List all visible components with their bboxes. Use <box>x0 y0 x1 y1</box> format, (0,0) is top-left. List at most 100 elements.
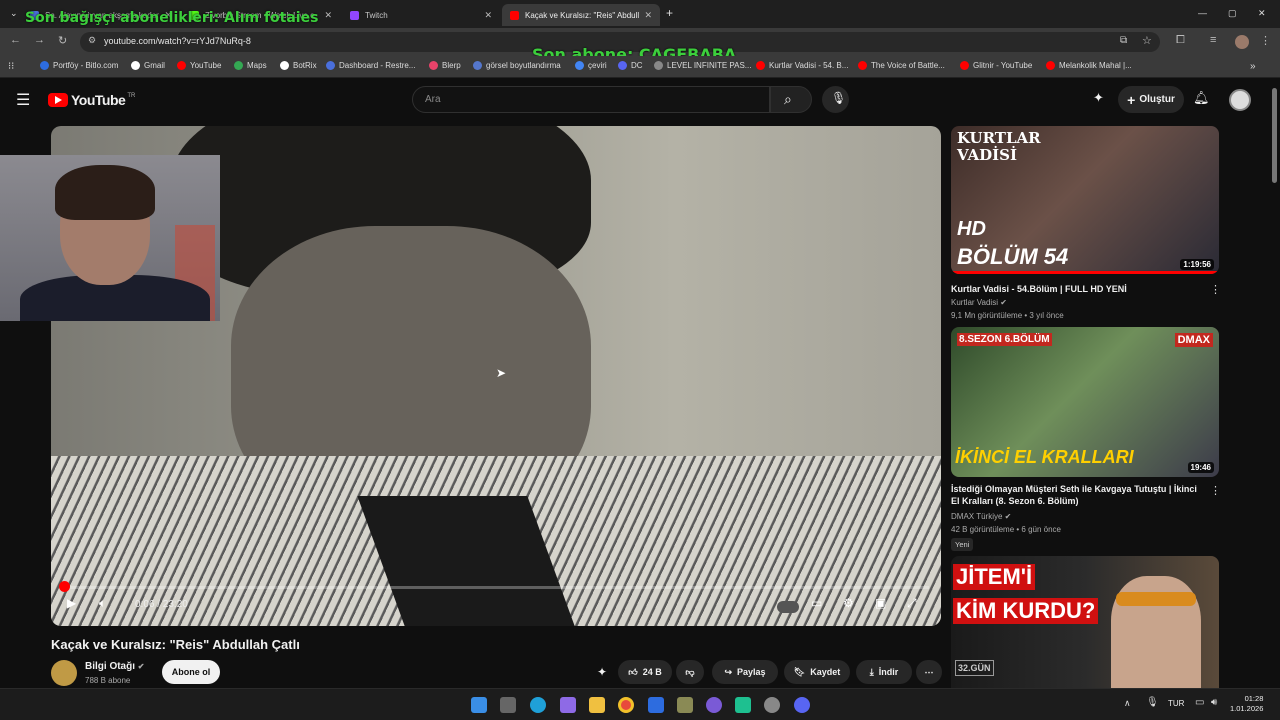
ai-summary-icon[interactable]: ✦ <box>597 665 607 679</box>
more-options-icon[interactable]: ⋮ <box>1210 484 1221 497</box>
bookmark-item[interactable]: Maps <box>234 61 267 70</box>
more-actions-button[interactable]: ⋯ <box>916 660 942 684</box>
bookmark-item[interactable]: Dashboard - Restre... <box>326 61 415 70</box>
edge-browser-icon[interactable] <box>530 697 546 713</box>
settings-gear-icon[interactable]: ⚙ <box>843 596 854 610</box>
share-label: Paylaş <box>737 667 766 677</box>
sidebar-thumbnail[interactable]: JİTEM'İ KİM KURDU? 32.GÜN <box>951 556 1219 688</box>
fullscreen-icon[interactable]: ⤢ <box>907 596 917 611</box>
channel-avatar[interactable] <box>51 660 77 686</box>
page-scrollbar[interactable] <box>1272 88 1277 183</box>
app-icon[interactable] <box>735 697 751 713</box>
channel-name[interactable]: Bilgi Otağı ✔ <box>85 661 144 672</box>
bookmark-item[interactable]: Blerp <box>429 61 461 70</box>
app-icon[interactable] <box>648 697 664 713</box>
profile-avatar[interactable] <box>1235 35 1249 49</box>
sidebar-video-title[interactable]: İstediği Olmayan Müşteri Seth ile Kavgay… <box>951 483 1201 507</box>
back-icon[interactable]: ← <box>10 34 21 46</box>
reload-icon[interactable]: ↻ <box>58 34 67 47</box>
download-button[interactable]: ⤓ İndir <box>856 660 912 684</box>
notifications-bell-icon[interactable]: 🔔︎ <box>1193 90 1210 106</box>
start-windows-icon[interactable] <box>471 697 487 713</box>
forward-icon[interactable]: → <box>34 34 45 46</box>
sidebar-thumbnail[interactable]: 8.SEZON 6.BÖLÜM DMAX İKİNCİ EL KRALLARI … <box>951 327 1219 477</box>
bookmark-item[interactable]: Portföy - Bitlo.com <box>40 61 118 70</box>
voice-search-button[interactable]: 🎙 <box>822 86 849 113</box>
sidebar-video-title[interactable]: Kurtlar Vadisi - 54.Bölüm | FULL HD YENİ <box>951 283 1201 295</box>
autoplay-toggle[interactable] <box>777 601 799 613</box>
close-window-icon[interactable]: ✕ <box>1258 8 1266 19</box>
bookmark-star-icon[interactable]: ☆ <box>1142 34 1152 47</box>
network-icon[interactable]: ▭ <box>1195 697 1204 708</box>
browser-tab-active[interactable]: Kaçak ve Kuralsız: "Reis" Abdull ✕ <box>502 4 660 26</box>
progress-scrubber[interactable] <box>59 581 70 592</box>
bookmark-item[interactable]: Kurtlar Vadisi - 54. B... <box>756 61 848 70</box>
bookmark-item[interactable]: Glitnir - YouTube <box>960 61 1032 70</box>
donation-overlay: Son bağışçı abonelikleri: Alım fotaies <box>25 10 319 26</box>
youtube-logo[interactable]: YouTube TR <box>48 92 135 108</box>
extensions-icon[interactable]: ⧠ <box>1176 34 1185 47</box>
install-app-icon[interactable]: ⧉ <box>1120 35 1127 46</box>
subscribe-button[interactable]: Abone ol <box>162 660 220 684</box>
bookmark-favicon-icon <box>280 61 289 70</box>
tab-list-icon[interactable]: ⌄ <box>10 8 18 19</box>
microphone-icon[interactable]: 🎙 <box>1146 697 1159 708</box>
bookmark-item[interactable]: YouTube <box>177 61 221 70</box>
copilot-icon[interactable] <box>560 697 576 713</box>
app-icon[interactable] <box>706 697 722 713</box>
bookmark-item[interactable]: Gmail <box>131 61 165 70</box>
more-options-icon[interactable]: ⋮ <box>1210 283 1221 296</box>
like-button[interactable]: 👍︎ 24 B <box>618 660 672 684</box>
subtitles-icon[interactable]: ▭ <box>811 596 822 610</box>
search-input[interactable]: Ara <box>412 86 770 113</box>
sidebar-channel[interactable]: Kurtlar Vadisi ✔ <box>951 298 1007 307</box>
sidebar-channel[interactable]: DMAX Türkiye ✔ <box>951 512 1011 521</box>
discord-icon[interactable] <box>794 697 810 713</box>
chrome-browser-icon[interactable] <box>618 697 634 713</box>
bookmark-item[interactable]: BotRix <box>280 61 317 70</box>
url-text: youtube.com/watch?v=rYJd7NuRq-8 <box>104 36 251 46</box>
bookmark-item[interactable]: çeviri <box>575 61 607 70</box>
dislike-button[interactable]: 👎︎ <box>676 660 704 684</box>
save-button[interactable]: 🔖︎ Kaydet <box>784 660 850 684</box>
app-icon[interactable] <box>677 697 693 713</box>
settings-gear-icon[interactable] <box>764 697 780 713</box>
browser-tab[interactable]: Twitch ✕ <box>342 4 500 26</box>
close-tab-icon[interactable]: ✕ <box>644 10 652 21</box>
volume-icon[interactable]: 🔊︎ <box>1211 697 1217 708</box>
site-info-icon[interactable]: ⚙ <box>88 35 96 46</box>
apps-icon[interactable]: ⁝⁝ <box>8 61 14 72</box>
sidebar-thumbnail[interactable]: KURTLAR VADİSİ HD BÖLÜM 54 1:19:56 <box>951 126 1219 274</box>
media-controls-icon[interactable]: ≡ <box>1210 34 1216 46</box>
maximize-icon[interactable]: ▢ <box>1228 8 1237 19</box>
share-button[interactable]: ↪ Paylaş <box>712 660 778 684</box>
new-tab-icon[interactable]: + <box>666 6 673 20</box>
bookmark-item[interactable]: görsel boyutlandırma <box>473 61 561 70</box>
account-avatar[interactable] <box>1229 89 1251 111</box>
volume-icon[interactable]: 🔈︎ <box>99 596 106 611</box>
create-button[interactable]: + Oluştur <box>1118 86 1184 113</box>
bookmark-item[interactable]: LEVEL INFINITE PAS... <box>654 61 751 70</box>
bookmark-item[interactable]: The Voice of Battle... <box>858 61 945 70</box>
menu-icon[interactable]: ⋮ <box>1260 34 1271 47</box>
time-display: 0:06 / 23:20 <box>135 599 188 610</box>
more-bookmarks-icon[interactable]: » <box>1250 61 1256 72</box>
close-tab-icon[interactable]: ✕ <box>484 10 492 21</box>
bookmark-item[interactable]: DC <box>618 61 643 70</box>
verified-icon: ✔ <box>1000 298 1007 307</box>
search-button[interactable]: ⌕ <box>770 86 812 113</box>
task-view-icon[interactable] <box>500 697 516 713</box>
play-icon[interactable]: ▶ <box>67 596 76 610</box>
file-explorer-icon[interactable] <box>589 697 605 713</box>
minimize-icon[interactable]: — <box>1198 8 1207 18</box>
theater-mode-icon[interactable]: ▣ <box>875 596 886 610</box>
input-language[interactable]: TUR <box>1168 699 1184 708</box>
progress-bar[interactable] <box>63 586 929 589</box>
hamburger-menu-icon[interactable]: ☰ <box>16 90 30 110</box>
extension-icon[interactable]: ✦ <box>1093 90 1104 106</box>
close-tab-icon[interactable]: ✕ <box>324 10 332 21</box>
bookmark-item[interactable]: Melankolik Mahal |... <box>1046 61 1132 70</box>
search-placeholder: Ara <box>425 94 441 105</box>
tray-chevron-icon[interactable]: ∧ <box>1124 698 1131 709</box>
system-clock[interactable]: 01:28 1.01.2026 <box>1230 694 1263 714</box>
